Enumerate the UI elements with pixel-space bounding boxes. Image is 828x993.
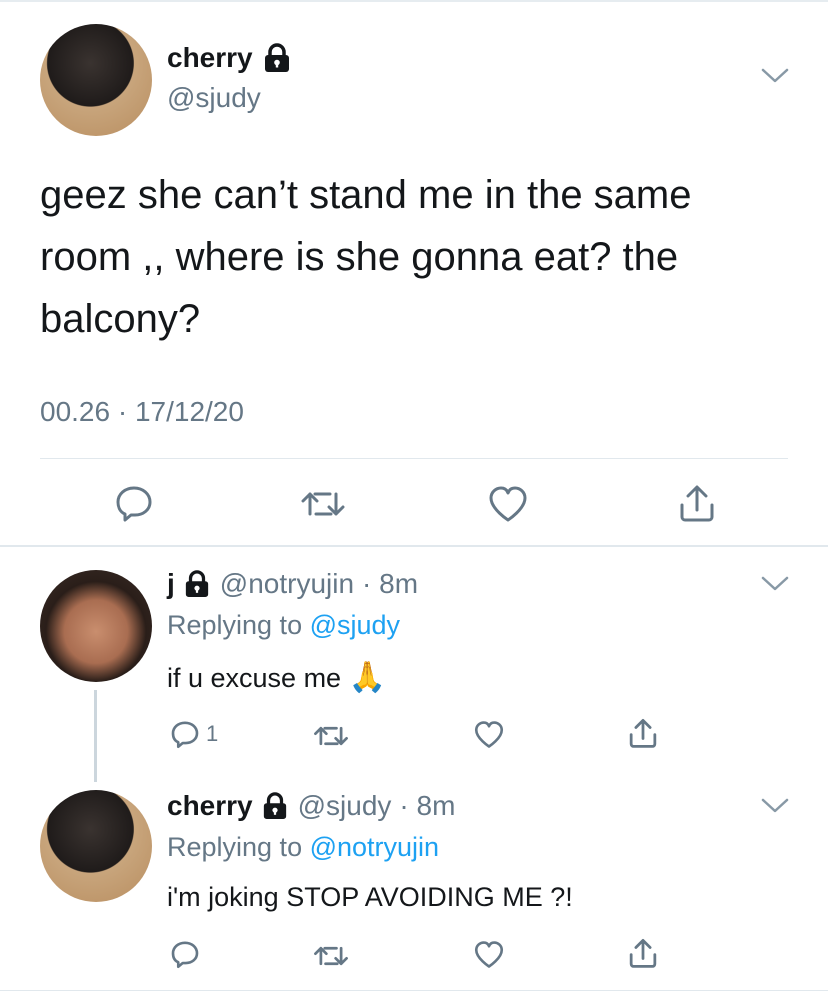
author-handle[interactable]: @notryujin [220, 568, 354, 600]
tweet-timestamp[interactable]: 00.26 · 17/12/20 [40, 396, 244, 428]
retweet-icon[interactable] [313, 722, 349, 750]
author-handle[interactable]: @sjudy [298, 790, 392, 822]
author-name[interactable]: cherry [167, 42, 253, 74]
bottom-divider [0, 990, 828, 991]
avatar[interactable] [40, 570, 152, 682]
avatar[interactable] [40, 790, 152, 902]
tweet-text: i'm joking STOP AVOIDING ME ?! [167, 882, 573, 912]
avatar[interactable] [40, 24, 152, 136]
replying-to-link[interactable]: @notryujin [310, 832, 439, 862]
reply-icon[interactable]: 1 [170, 719, 218, 749]
reply-icon[interactable] [170, 939, 200, 969]
lock-icon [263, 43, 291, 73]
replying-to: Replying to @notryujin [167, 832, 439, 863]
tweet-text-line: room ,, where is she gonna eat? the [40, 235, 679, 279]
tweet-text: geez she can’t stand me in the same room… [40, 164, 800, 350]
share-icon[interactable] [628, 717, 658, 749]
tweet-text-body: if u excuse me [167, 663, 342, 693]
replying-prefix: Replying to [167, 832, 303, 862]
author-row: j @notryujin · 8m [167, 566, 418, 602]
like-icon[interactable] [474, 940, 504, 969]
tweet-text-line: balcony? [40, 297, 201, 341]
top-divider [0, 0, 828, 2]
tweet-text-line: geez she can’t stand me in the same [40, 173, 692, 217]
share-icon[interactable] [628, 937, 658, 969]
tweet-text: if u excuse me 🙏 [167, 660, 386, 695]
praying-hands-emoji: 🙏 [348, 661, 386, 694]
replying-to: Replying to @sjudy [167, 610, 400, 641]
author-name[interactable]: j [167, 568, 175, 600]
section-divider [0, 545, 828, 547]
chevron-down-icon[interactable] [761, 798, 789, 814]
author-row: cherry [167, 40, 291, 76]
lock-icon [262, 792, 288, 820]
retweet-icon[interactable] [300, 486, 346, 522]
replying-to-link[interactable]: @sjudy [310, 610, 400, 640]
like-icon[interactable] [488, 485, 528, 523]
like-icon[interactable] [474, 720, 504, 749]
chevron-down-icon[interactable] [761, 576, 789, 592]
share-icon[interactable] [678, 483, 716, 523]
author-handle[interactable]: @sjudy [167, 82, 261, 114]
reply-count: 1 [206, 721, 219, 746]
reply-icon[interactable] [114, 483, 154, 523]
chevron-down-icon[interactable] [761, 68, 789, 84]
divider [40, 458, 788, 459]
tweet-time[interactable]: · 8m [399, 790, 455, 822]
thread-line [94, 690, 97, 782]
author-name[interactable]: cherry [167, 790, 253, 822]
tweet-time[interactable]: · 8m [362, 568, 418, 600]
lock-icon [184, 570, 210, 598]
author-row: cherry @sjudy · 8m [167, 788, 455, 824]
replying-prefix: Replying to [167, 610, 303, 640]
retweet-icon[interactable] [313, 942, 349, 970]
